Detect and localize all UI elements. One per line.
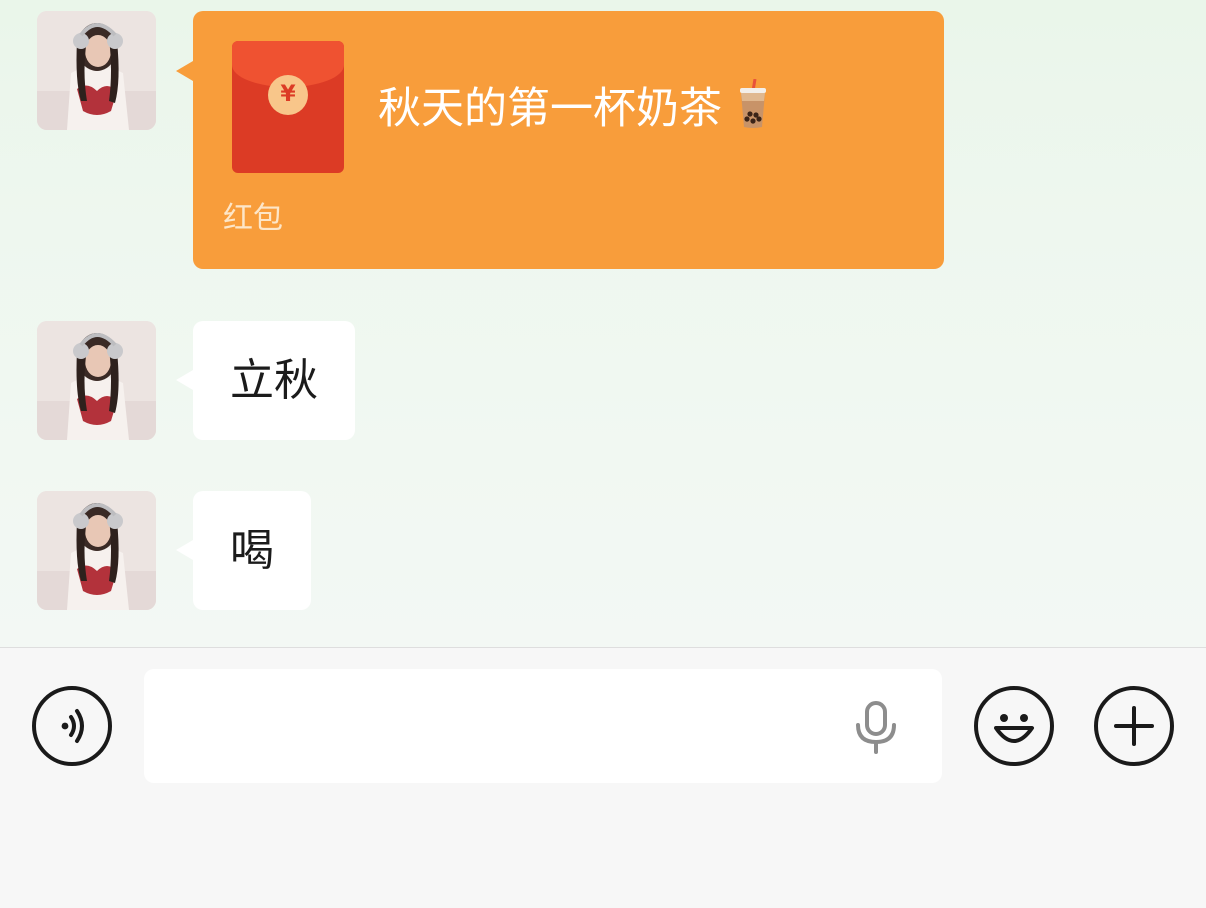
red-packet-divider [193, 201, 944, 202]
red-packet-title: 秋天的第一杯奶茶 [378, 84, 722, 134]
emoji-button[interactable] [974, 686, 1054, 766]
sender-avatar[interactable] [37, 321, 156, 440]
avatar-photo-icon [37, 321, 156, 440]
bubble-tail [176, 540, 193, 560]
voice-toggle-button[interactable] [32, 686, 112, 766]
avatar-photo-icon [37, 491, 156, 610]
bubble-tail [176, 370, 193, 390]
text-message[interactable]: 喝 [193, 491, 311, 610]
voice-wave-icon [61, 709, 84, 743]
microphone-button[interactable] [850, 699, 902, 755]
plus-icon [1114, 706, 1154, 746]
red-envelope-icon: ¥ [232, 41, 344, 173]
avatar-photo-icon [37, 11, 156, 130]
chat-message-area[interactable]: ¥ 秋天的第一杯奶茶 红包 立秋 喝 [0, 0, 1206, 647]
red-packet-label: 红包 [223, 201, 283, 236]
sender-avatar[interactable] [37, 491, 156, 610]
bubble-tea-icon [736, 78, 770, 143]
message-input[interactable] [144, 669, 942, 783]
more-options-button[interactable] [1094, 686, 1174, 766]
yuan-coin-icon: ¥ [268, 75, 308, 115]
smiley-icon [994, 714, 1034, 743]
text-message[interactable]: 立秋 [193, 321, 355, 440]
bubble-tail [176, 61, 193, 81]
chat-input-bar [0, 647, 1206, 908]
sender-avatar[interactable] [37, 11, 156, 130]
microphone-icon [856, 701, 896, 754]
red-packet-message[interactable]: ¥ 秋天的第一杯奶茶 红包 [193, 11, 944, 269]
red-packet-title-row: 秋天的第一杯奶茶 [378, 78, 770, 143]
